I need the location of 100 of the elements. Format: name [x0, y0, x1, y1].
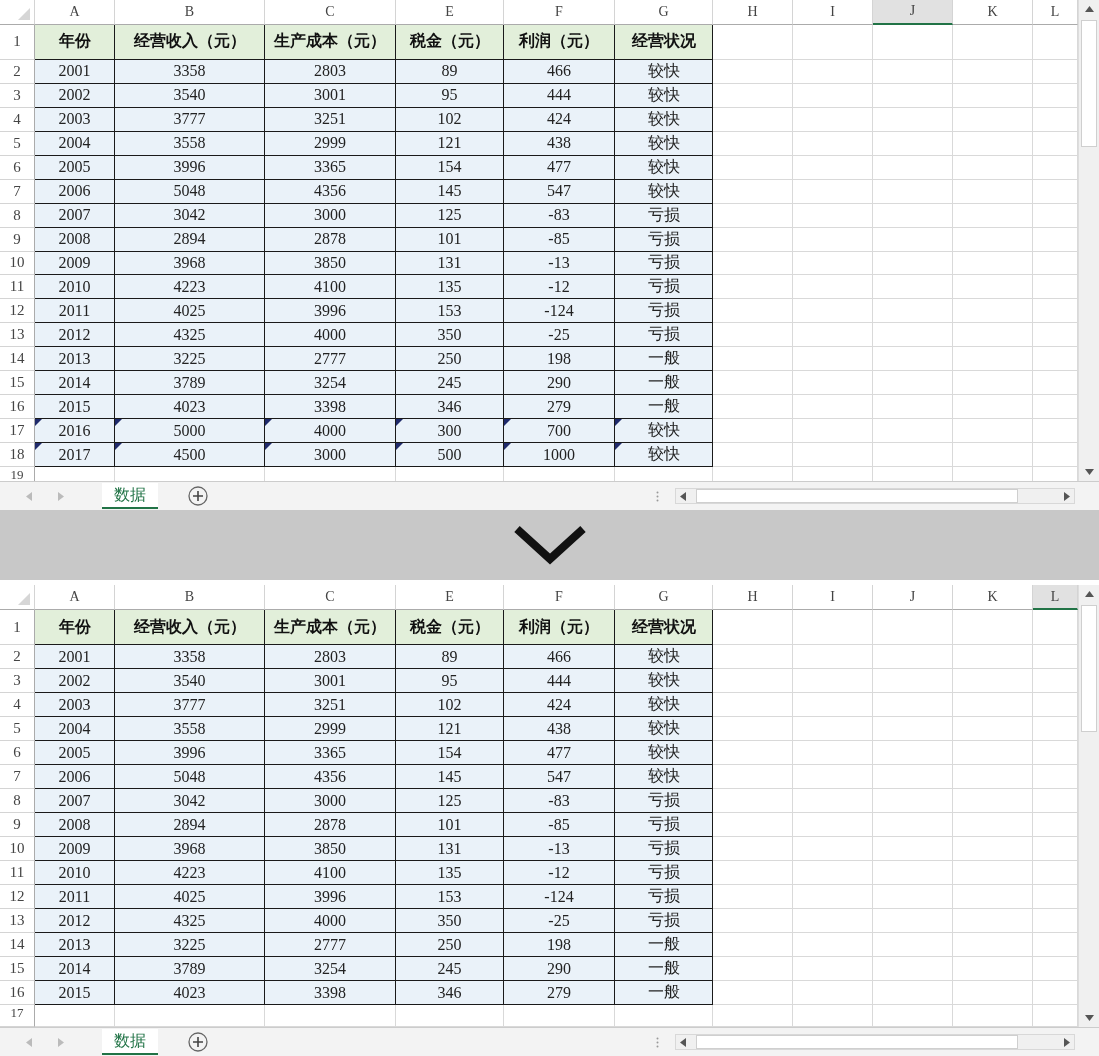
empty-cell[interactable] [793, 203, 873, 228]
scroll-thumb[interactable] [696, 1035, 1018, 1049]
scroll-thumb[interactable] [1081, 20, 1097, 147]
empty-cell[interactable] [793, 933, 873, 957]
empty-cell[interactable] [953, 395, 1033, 420]
empty-cell[interactable] [953, 789, 1033, 813]
empty-cell[interactable] [953, 371, 1033, 396]
empty-cell[interactable] [953, 227, 1033, 252]
empty-cell[interactable] [793, 24, 873, 60]
empty-cell[interactable] [793, 741, 873, 765]
empty-cell[interactable] [873, 275, 953, 300]
empty-cell[interactable] [793, 395, 873, 420]
scroll-up-icon[interactable] [1084, 6, 1094, 12]
empty-cell[interactable] [793, 299, 873, 324]
empty-cell[interactable] [953, 957, 1033, 981]
empty-cell[interactable] [953, 347, 1033, 372]
empty-cell[interactable] [953, 813, 1033, 837]
empty-cell[interactable] [873, 610, 953, 645]
empty-cell[interactable] [873, 251, 953, 276]
splitter-icon[interactable] [656, 1036, 659, 1048]
add-sheet-icon[interactable] [188, 1032, 208, 1052]
empty-cell[interactable] [953, 909, 1033, 933]
column-header[interactable]: L [1033, 585, 1078, 610]
empty-cell[interactable] [793, 669, 873, 693]
scroll-right-icon[interactable] [1064, 491, 1070, 501]
empty-cell[interactable] [793, 717, 873, 741]
empty-cell[interactable] [953, 693, 1033, 717]
empty-cell[interactable] [793, 371, 873, 396]
empty-cell[interactable] [793, 789, 873, 813]
empty-cell[interactable] [873, 107, 953, 132]
column-header[interactable]: H [713, 0, 793, 25]
empty-cell[interactable] [873, 981, 953, 1005]
empty-cell[interactable] [873, 24, 953, 60]
empty-cell[interactable] [793, 275, 873, 300]
empty-cell[interactable] [873, 59, 953, 84]
empty-cell[interactable] [953, 299, 1033, 324]
horizontal-scrollbar[interactable] [675, 1034, 1075, 1050]
vertical-scrollbar[interactable] [1078, 0, 1099, 481]
empty-cell[interactable] [873, 669, 953, 693]
empty-cell[interactable] [953, 155, 1033, 180]
previous-sheet-icon[interactable] [26, 491, 32, 501]
empty-cell[interactable] [873, 371, 953, 396]
empty-cell[interactable] [873, 933, 953, 957]
empty-cell[interactable] [793, 610, 873, 645]
scroll-thumb[interactable] [696, 489, 1018, 503]
scroll-up-icon[interactable] [1084, 591, 1094, 597]
empty-cell[interactable] [793, 909, 873, 933]
empty-cell[interactable] [953, 981, 1033, 1005]
horizontal-scrollbar[interactable] [675, 488, 1075, 504]
scroll-down-icon[interactable] [1084, 1015, 1094, 1021]
empty-cell[interactable] [953, 837, 1033, 861]
empty-cell[interactable] [793, 251, 873, 276]
empty-cell[interactable] [873, 419, 953, 444]
column-header[interactable]: B [115, 0, 265, 25]
empty-cell[interactable] [873, 323, 953, 348]
empty-cell[interactable] [953, 83, 1033, 108]
column-header[interactable]: K [953, 0, 1033, 25]
empty-cell[interactable] [793, 765, 873, 789]
empty-cell[interactable] [873, 347, 953, 372]
column-header[interactable]: H [713, 585, 793, 610]
empty-cell[interactable] [953, 107, 1033, 132]
empty-cell[interactable] [873, 885, 953, 909]
empty-cell[interactable] [873, 741, 953, 765]
empty-cell[interactable] [793, 107, 873, 132]
column-header[interactable]: C [265, 0, 396, 25]
empty-cell[interactable] [793, 419, 873, 444]
add-sheet-icon[interactable] [188, 486, 208, 506]
empty-cell[interactable] [953, 765, 1033, 789]
empty-cell[interactable] [953, 669, 1033, 693]
empty-cell[interactable] [873, 83, 953, 108]
empty-cell[interactable] [793, 957, 873, 981]
scroll-thumb[interactable] [1081, 605, 1097, 732]
empty-cell[interactable] [873, 443, 953, 468]
empty-cell[interactable] [873, 179, 953, 204]
column-header[interactable]: G [615, 0, 713, 25]
empty-cell[interactable] [953, 933, 1033, 957]
empty-cell[interactable] [793, 179, 873, 204]
column-header[interactable]: E [396, 0, 504, 25]
empty-cell[interactable] [953, 645, 1033, 669]
empty-cell[interactable] [793, 83, 873, 108]
empty-cell[interactable] [793, 645, 873, 669]
empty-cell[interactable] [793, 861, 873, 885]
empty-cell[interactable] [873, 131, 953, 156]
empty-cell[interactable] [793, 837, 873, 861]
empty-cell[interactable] [953, 323, 1033, 348]
select-all-icon[interactable] [18, 593, 30, 605]
empty-cell[interactable] [873, 909, 953, 933]
previous-sheet-icon[interactable] [26, 1037, 32, 1047]
column-header[interactable]: I [793, 585, 873, 610]
next-sheet-icon[interactable] [58, 491, 64, 501]
empty-cell[interactable] [873, 395, 953, 420]
empty-cell[interactable] [873, 765, 953, 789]
empty-cell[interactable] [873, 645, 953, 669]
empty-cell[interactable] [953, 885, 1033, 909]
empty-cell[interactable] [793, 131, 873, 156]
empty-cell[interactable] [953, 717, 1033, 741]
empty-cell[interactable] [793, 981, 873, 1005]
scroll-left-icon[interactable] [680, 1037, 686, 1047]
empty-cell[interactable] [793, 347, 873, 372]
empty-cell[interactable] [953, 251, 1033, 276]
